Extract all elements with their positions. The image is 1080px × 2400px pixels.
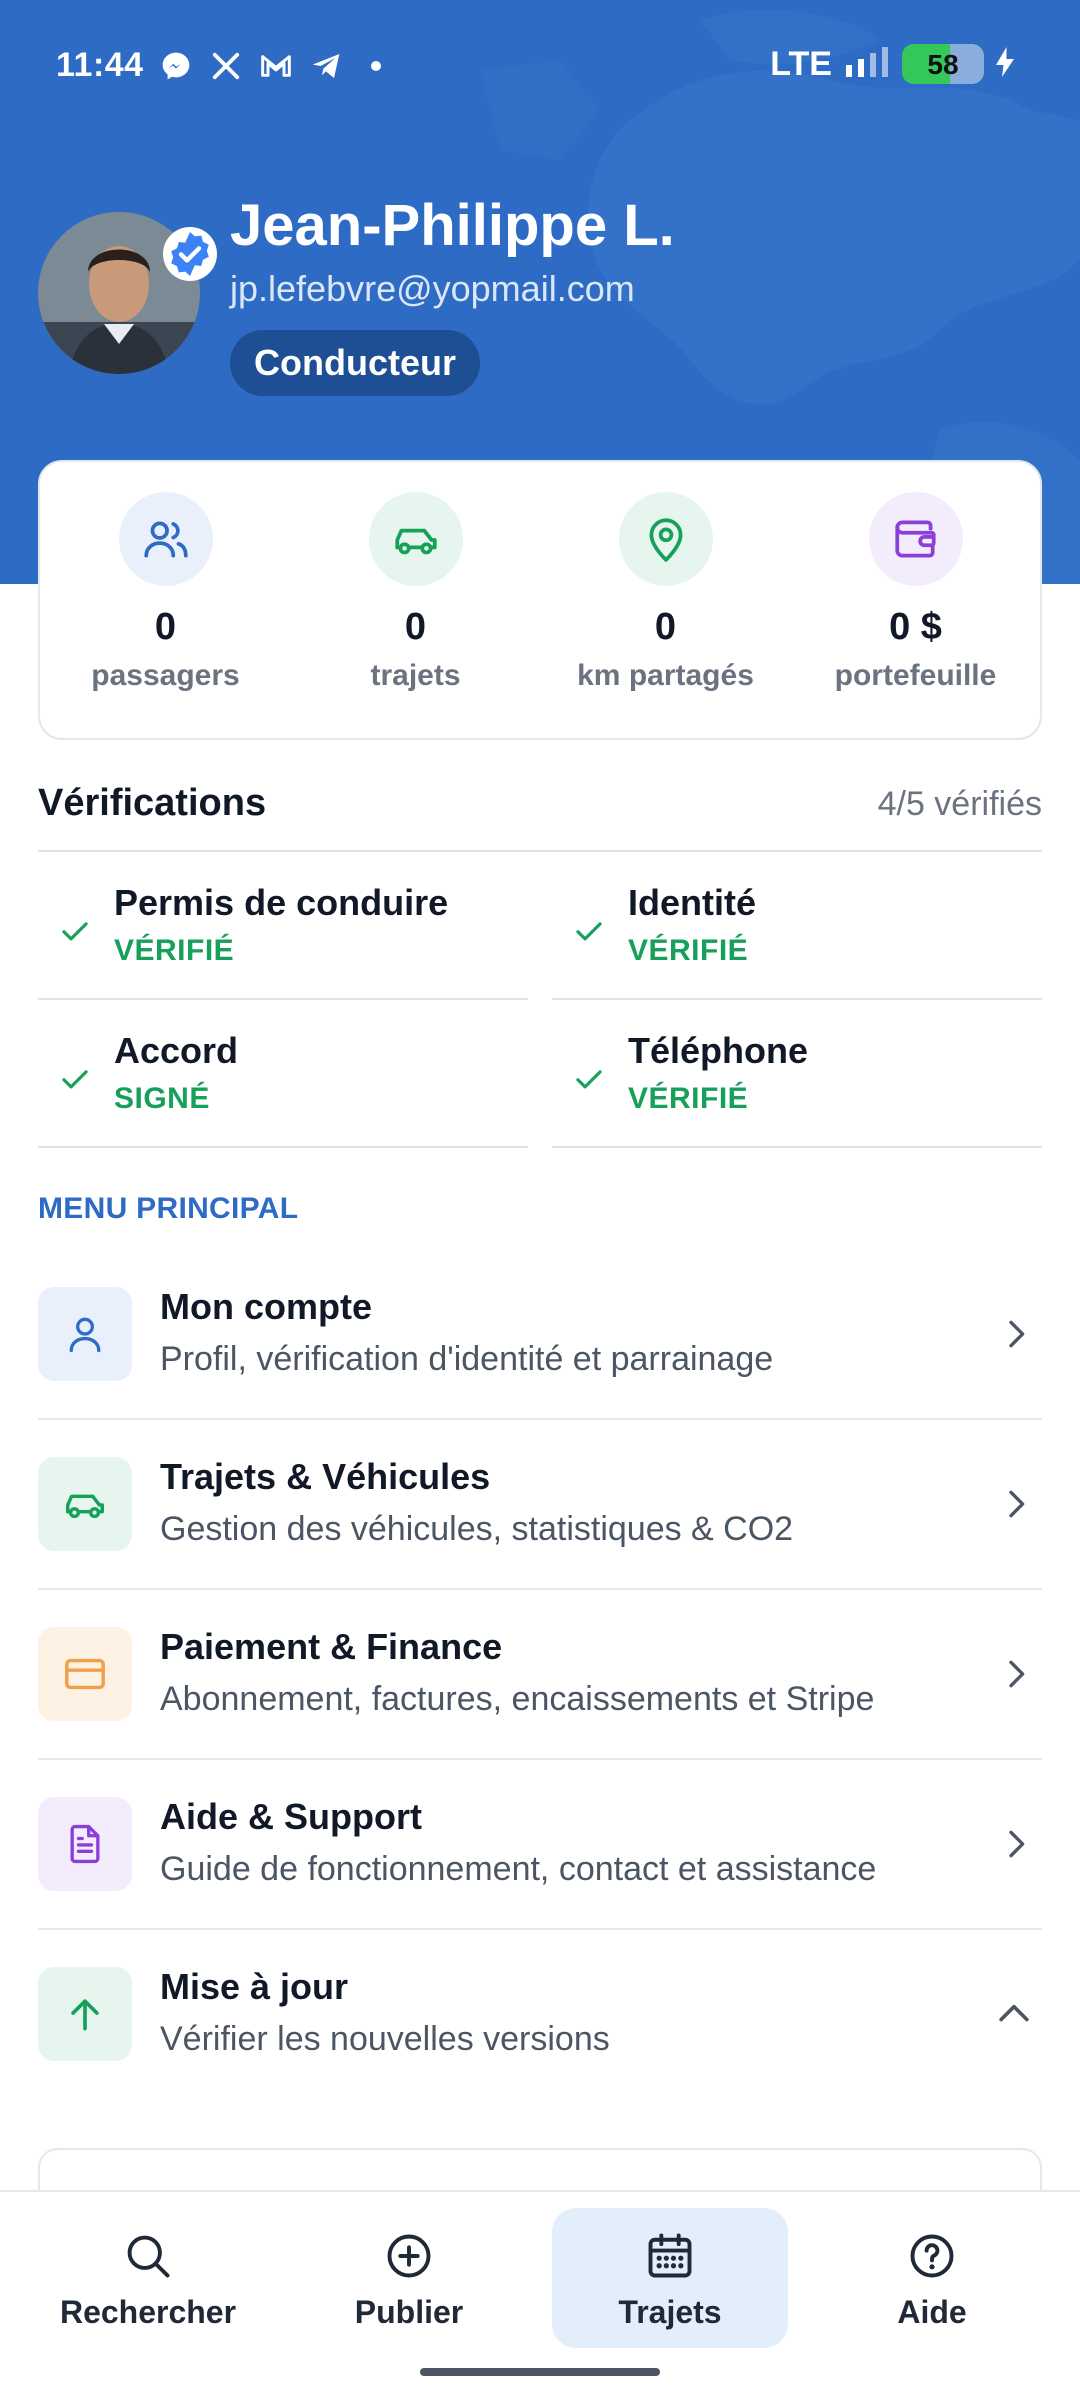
nav-label: Rechercher [59,2294,237,2330]
verifications-count: 4/5 vérifiés [877,785,1042,823]
menu-item-trajets-vehicules[interactable]: Trajets & Véhicules Gestion des véhicule… [38,1420,1042,1590]
verification-title: Permis de conduire [114,882,449,923]
stat-km-partages: 0 km partagés [540,492,791,693]
check-icon [570,912,608,955]
car-icon [368,492,463,586]
verification-title: Accord [114,1030,239,1071]
verified-badge-icon [163,227,217,281]
search-icon [120,2228,176,2284]
menu-item-subtitle: Guide de fonctionnement, contact et assi… [160,1850,877,1888]
map-pin-icon [618,492,713,586]
check-icon [570,1060,608,1103]
profile-name: Jean-Philippe L. [230,193,675,258]
nav-rechercher[interactable]: Rechercher [30,2208,266,2348]
status-bar: 11:44 LTE 58 [0,0,1080,130]
calendar-icon [642,2228,698,2284]
help-circle-icon [904,2228,960,2284]
verification-permis: Permis de conduire VÉRIFIÉ [38,852,528,1000]
chevron-right-icon [996,1822,1036,1871]
car-icon [38,1457,132,1551]
dot-icon [358,48,394,84]
status-right: LTE 58 [770,44,1014,84]
arrow-up-icon [38,1967,132,2061]
x-icon [208,48,244,84]
stat-portefeuille: 0 $ portefeuille [790,492,1041,693]
user-icon [38,1287,132,1381]
stat-value: 0 [654,606,677,648]
signal-icon [844,45,890,84]
stat-label: trajets [370,659,461,692]
gmail-icon [258,48,294,84]
verification-accord: Accord SIGNÉ [38,1000,528,1148]
nav-trajets[interactable]: Trajets [552,2208,788,2348]
menu-heading: MENU PRINCIPAL [38,1192,299,1225]
network-type: LTE [770,44,832,83]
menu-item-mise-a-jour[interactable]: Mise à jour Vérifier les nouvelles versi… [38,1930,1042,2100]
charging-icon [996,46,1014,82]
verification-title: Téléphone [628,1030,809,1071]
document-icon [38,1797,132,1891]
chevron-right-icon [996,1482,1036,1531]
stats-card: 0 passagers 0 trajets 0 km partagés 0 $ … [38,460,1042,740]
stat-label: km partagés [577,659,754,692]
home-indicator[interactable] [420,2368,660,2376]
menu-item-title: Paiement & Finance [160,1626,503,1667]
menu-item-aide-support[interactable]: Aide & Support Guide de fonctionnement, … [38,1760,1042,1930]
plus-circle-icon [381,2228,437,2284]
wallet-icon [868,492,963,586]
check-icon [56,912,94,955]
profile-email: jp.lefebvre@yopmail.com [230,268,635,309]
verification-identite: Identité VÉRIFIÉ [552,852,1042,1000]
notification-icons [158,48,394,84]
verifications-title: Vérifications [38,782,267,824]
stat-passagers: 0 passagers [40,492,291,693]
verification-status: SIGNÉ [114,1082,210,1115]
menu-item-paiement-finance[interactable]: Paiement & Finance Abonnement, factures,… [38,1590,1042,1760]
role-badge: Conducteur [230,330,480,396]
verification-title: Identité [628,882,757,923]
verification-status: VÉRIFIÉ [628,934,749,967]
users-icon [118,492,213,586]
battery-indicator: 58 [902,44,984,84]
status-time: 11:44 [56,46,144,84]
menu-item-subtitle: Abonnement, factures, encaissements et S… [160,1680,875,1718]
verification-telephone: Téléphone VÉRIFIÉ [552,1000,1042,1148]
menu-item-subtitle: Profil, vérification d'identité et parra… [160,1340,774,1378]
nav-label: Trajets [618,2294,722,2330]
stat-value: 0 [404,606,427,648]
menu-item-subtitle: Vérifier les nouvelles versions [160,2020,610,2058]
verification-status: VÉRIFIÉ [114,934,235,967]
menu-item-title: Mon compte [160,1286,372,1327]
check-icon [56,1060,94,1103]
menu-item-mon-compte[interactable]: Mon compte Profil, vérification d'identi… [38,1250,1042,1420]
menu-item-title: Aide & Support [160,1796,422,1837]
messenger-icon [158,48,194,84]
nav-label: Publier [354,2294,464,2330]
verification-status: VÉRIFIÉ [628,1082,749,1115]
chevron-right-icon [996,1312,1036,1361]
stat-label: portefeuille [834,659,997,692]
menu-item-subtitle: Gestion des véhicules, statistiques & CO… [160,1510,794,1548]
stat-value: 0 $ [889,606,942,648]
stat-trajets: 0 trajets [290,492,541,693]
stat-label: passagers [91,659,240,692]
menu-item-title: Trajets & Véhicules [160,1456,491,1497]
telegram-icon [308,48,344,84]
chevron-right-icon [996,1652,1036,1701]
nav-label: Aide [897,2294,967,2330]
menu-item-title: Mise à jour [160,1966,349,2007]
stat-value: 0 [154,606,177,648]
nav-publier[interactable]: Publier [291,2208,527,2348]
credit-card-icon [38,1627,132,1721]
chevron-up-icon [992,1992,1036,2041]
nav-aide[interactable]: Aide [814,2208,1050,2348]
